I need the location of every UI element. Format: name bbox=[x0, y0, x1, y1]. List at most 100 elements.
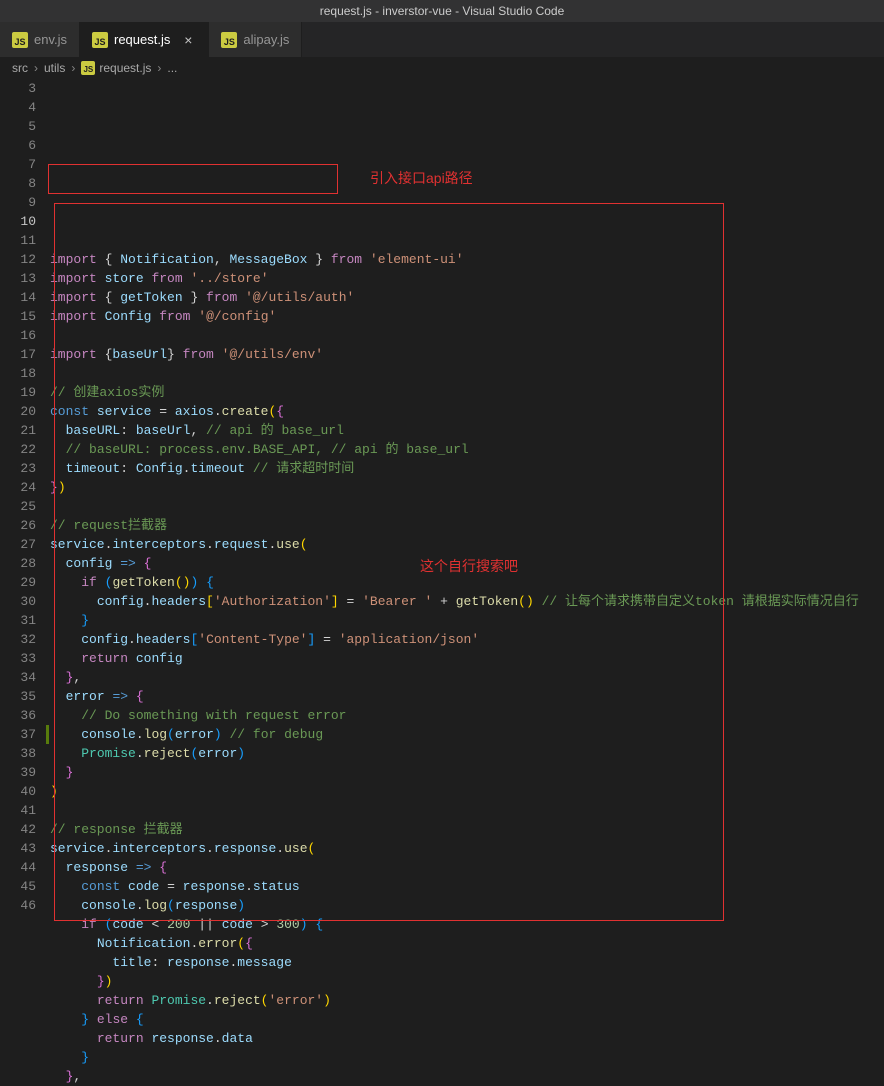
code-line[interactable]: config.headers['Authorization'] = 'Beare… bbox=[50, 592, 884, 611]
line-number: 21 bbox=[0, 421, 36, 440]
line-number: 16 bbox=[0, 326, 36, 345]
line-number: 23 bbox=[0, 459, 36, 478]
code-line[interactable]: baseURL: baseUrl, // api 的 base_url bbox=[50, 421, 884, 440]
code-line[interactable]: }) bbox=[50, 972, 884, 991]
code-line[interactable]: config.headers['Content-Type'] = 'applic… bbox=[50, 630, 884, 649]
code-line[interactable]: return response.data bbox=[50, 1029, 884, 1048]
line-number-gutter: 3456789101112131415161718192021222324252… bbox=[0, 79, 50, 907]
tab-label: alipay.js bbox=[243, 32, 289, 47]
code-line[interactable]: import store from '../store' bbox=[50, 269, 884, 288]
code-area[interactable]: 引入接口api路径 这个自行搜索吧 import { Notification,… bbox=[50, 79, 884, 907]
tab-label: env.js bbox=[34, 32, 67, 47]
line-number: 41 bbox=[0, 801, 36, 820]
line-number: 7 bbox=[0, 155, 36, 174]
line-number: 40 bbox=[0, 782, 36, 801]
code-line[interactable]: // request拦截器 bbox=[50, 516, 884, 535]
window-title: request.js - inverstor-vue - Visual Stud… bbox=[0, 0, 884, 22]
code-line[interactable]: title: response.message bbox=[50, 953, 884, 972]
tab-label: request.js bbox=[114, 32, 170, 47]
line-number: 31 bbox=[0, 611, 36, 630]
line-number: 42 bbox=[0, 820, 36, 839]
code-line[interactable]: timeout: Config.timeout // 请求超时时间 bbox=[50, 459, 884, 478]
code-line[interactable]: response => { bbox=[50, 858, 884, 877]
code-line[interactable]: }) bbox=[50, 478, 884, 497]
js-icon: JS bbox=[221, 32, 237, 48]
breadcrumb[interactable]: src › utils › JS request.js › ... bbox=[0, 57, 884, 79]
code-line[interactable]: service.interceptors.response.use( bbox=[50, 839, 884, 858]
code-line[interactable]: return config bbox=[50, 649, 884, 668]
line-number: 38 bbox=[0, 744, 36, 763]
line-number: 6 bbox=[0, 136, 36, 155]
code-line[interactable]: // baseURL: process.env.BASE_API, // api… bbox=[50, 440, 884, 459]
code-line[interactable]: console.log(error) // for debug bbox=[50, 725, 884, 744]
code-line[interactable]: } bbox=[50, 611, 884, 630]
line-number: 4 bbox=[0, 98, 36, 117]
code-line[interactable]: const code = response.status bbox=[50, 877, 884, 896]
line-number: 18 bbox=[0, 364, 36, 383]
line-number: 11 bbox=[0, 231, 36, 250]
code-line[interactable]: } else { bbox=[50, 1010, 884, 1029]
line-number: 10 bbox=[0, 212, 36, 231]
tab-alipay[interactable]: JS alipay.js bbox=[209, 22, 302, 57]
code-line[interactable] bbox=[50, 801, 884, 820]
code-line[interactable]: service.interceptors.request.use( bbox=[50, 535, 884, 554]
line-number: 12 bbox=[0, 250, 36, 269]
annotation-box-import bbox=[48, 164, 338, 194]
breadcrumb-part[interactable]: request.js bbox=[99, 61, 151, 75]
chevron-right-icon: › bbox=[157, 61, 161, 75]
code-line[interactable]: import { Notification, MessageBox } from… bbox=[50, 250, 884, 269]
line-number: 32 bbox=[0, 630, 36, 649]
js-icon: JS bbox=[81, 61, 95, 75]
code-line[interactable]: ) bbox=[50, 782, 884, 801]
line-number: 44 bbox=[0, 858, 36, 877]
annotation-label-body: 这个自行搜索吧 bbox=[420, 557, 518, 576]
code-line[interactable] bbox=[50, 497, 884, 516]
code-line[interactable]: if (code < 200 || code > 300) { bbox=[50, 915, 884, 934]
code-line[interactable]: import {baseUrl} from '@/utils/env' bbox=[50, 345, 884, 364]
breadcrumb-part[interactable]: ... bbox=[167, 61, 177, 75]
code-line[interactable]: import Config from '@/config' bbox=[50, 307, 884, 326]
line-number: 14 bbox=[0, 288, 36, 307]
editor[interactable]: 3456789101112131415161718192021222324252… bbox=[0, 79, 884, 907]
line-number: 30 bbox=[0, 592, 36, 611]
code-line[interactable]: // response 拦截器 bbox=[50, 820, 884, 839]
line-number: 39 bbox=[0, 763, 36, 782]
code-line[interactable]: import { getToken } from '@/utils/auth' bbox=[50, 288, 884, 307]
annotation-label-import: 引入接口api路径 bbox=[370, 169, 473, 188]
js-icon: JS bbox=[92, 32, 108, 48]
line-number: 29 bbox=[0, 573, 36, 592]
line-number: 45 bbox=[0, 877, 36, 896]
code-line[interactable] bbox=[50, 326, 884, 345]
code-line[interactable]: return Promise.reject('error') bbox=[50, 991, 884, 1010]
tab-bar: JS env.js JS request.js × JS alipay.js bbox=[0, 22, 884, 57]
code-line[interactable]: }, bbox=[50, 1067, 884, 1086]
code-line[interactable]: console.log(response) bbox=[50, 896, 884, 915]
line-number: 13 bbox=[0, 269, 36, 288]
close-icon[interactable]: × bbox=[180, 32, 196, 48]
line-number: 36 bbox=[0, 706, 36, 725]
line-number: 5 bbox=[0, 117, 36, 136]
code-line[interactable] bbox=[50, 364, 884, 383]
code-line[interactable]: }, bbox=[50, 668, 884, 687]
code-line[interactable]: Notification.error({ bbox=[50, 934, 884, 953]
line-number: 3 bbox=[0, 79, 36, 98]
line-number: 8 bbox=[0, 174, 36, 193]
breadcrumb-part[interactable]: utils bbox=[44, 61, 65, 75]
breadcrumb-part[interactable]: src bbox=[12, 61, 28, 75]
tab-env[interactable]: JS env.js bbox=[0, 22, 80, 57]
code-line[interactable]: const service = axios.create({ bbox=[50, 402, 884, 421]
line-number: 17 bbox=[0, 345, 36, 364]
code-line[interactable]: error => { bbox=[50, 687, 884, 706]
code-line[interactable]: Promise.reject(error) bbox=[50, 744, 884, 763]
code-line[interactable]: } bbox=[50, 763, 884, 782]
line-number: 24 bbox=[0, 478, 36, 497]
line-number: 33 bbox=[0, 649, 36, 668]
chevron-right-icon: › bbox=[34, 61, 38, 75]
code-line[interactable]: // Do something with request error bbox=[50, 706, 884, 725]
line-number: 22 bbox=[0, 440, 36, 459]
tab-request[interactable]: JS request.js × bbox=[80, 22, 209, 57]
line-number: 35 bbox=[0, 687, 36, 706]
code-line[interactable]: } bbox=[50, 1048, 884, 1067]
code-line[interactable]: // 创建axios实例 bbox=[50, 383, 884, 402]
line-number: 25 bbox=[0, 497, 36, 516]
